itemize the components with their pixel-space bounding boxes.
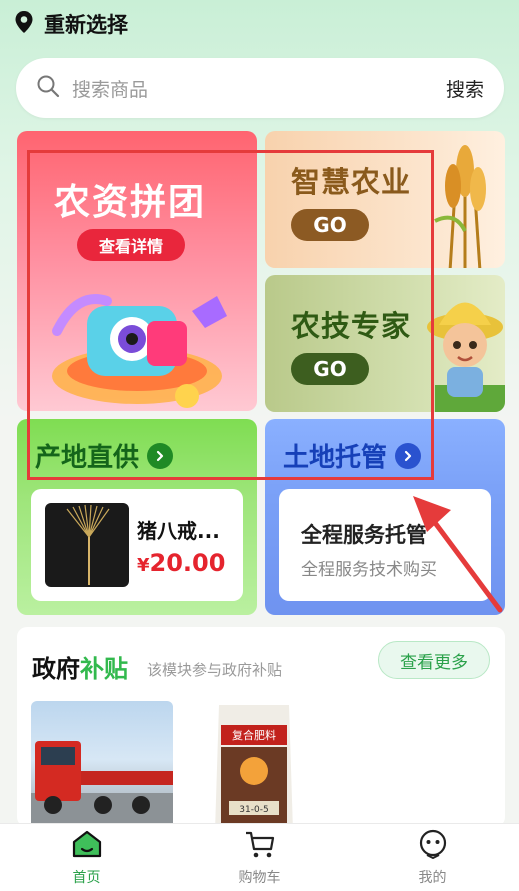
smart-agriculture-banner[interactable]: 智慧农业 GO	[265, 131, 505, 268]
subsidy-title-accent: 补贴	[80, 655, 128, 683]
tab-cart[interactable]: 购物车	[173, 824, 346, 891]
tab-home-label: 首页	[72, 869, 101, 886]
location-pin-icon	[14, 10, 34, 38]
subsidy-title-main: 政府	[32, 655, 80, 683]
smart-agriculture-title: 智慧农业	[291, 165, 412, 199]
bottom-tab-bar: 首页 购物车 我的	[0, 823, 519, 891]
truck-product-image[interactable]	[31, 701, 173, 827]
bag-label: 复合肥料	[232, 728, 276, 742]
tab-profile[interactable]: 我的	[346, 824, 519, 891]
subsidy-section: 政府补贴 该模块参与政府补贴 查看更多 复合肥料 31-0-5	[17, 627, 505, 827]
origin-supply-title: 产地直供	[35, 443, 140, 473]
annotation-arrow-icon	[413, 496, 503, 613]
price-value: 20.00	[149, 549, 226, 577]
product-card[interactable]: 猪八戒... ¥20.00	[31, 489, 243, 601]
chevron-right-icon[interactable]	[147, 442, 174, 469]
subsidy-description: 该模块参与政府补贴	[147, 661, 283, 679]
wheat-icon	[434, 145, 486, 268]
subsidy-title: 政府补贴	[32, 649, 128, 684]
search-input[interactable]: 搜索商品	[72, 75, 446, 102]
bag-code: 31-0-5	[239, 805, 268, 815]
profile-icon	[417, 829, 449, 863]
agri-expert-title: 农技专家	[291, 309, 412, 343]
origin-supply-header[interactable]: 产地直供	[35, 437, 174, 474]
chevron-right-icon[interactable]	[395, 442, 422, 469]
price-currency: ¥	[137, 555, 150, 576]
camera-illustration	[52, 294, 227, 408]
product-price: ¥20.00	[137, 549, 225, 577]
search-bar[interactable]: 搜索商品 搜索	[16, 58, 504, 118]
view-more-button[interactable]: 查看更多	[378, 641, 490, 679]
land-trust-title: 土地托管	[283, 443, 388, 473]
location-label: 重新选择	[44, 13, 128, 37]
origin-supply-card[interactable]: 产地直供 猪八戒... ¥20.00	[17, 419, 257, 615]
product-image	[45, 503, 129, 587]
farmer-avatar-icon	[427, 302, 505, 412]
home-icon	[71, 829, 103, 863]
tab-profile-label: 我的	[418, 869, 447, 886]
fertilizer-product-image[interactable]: 复合肥料 31-0-5	[213, 701, 295, 827]
agri-expert-banner[interactable]: 农技专家 GO	[265, 275, 505, 412]
group-buy-banner[interactable]: 农资拼团 查看详情	[17, 131, 257, 411]
search-icon	[36, 74, 60, 102]
location-selector[interactable]: 重新选择	[14, 8, 128, 40]
smart-agriculture-go-button[interactable]: GO	[291, 209, 369, 241]
tab-home[interactable]: 首页	[0, 824, 173, 891]
search-button[interactable]: 搜索	[446, 75, 484, 102]
cart-icon	[244, 829, 276, 863]
land-trust-header[interactable]: 土地托管	[283, 437, 422, 474]
agri-expert-go-button[interactable]: GO	[291, 353, 369, 385]
product-name: 猪八戒...	[137, 519, 220, 543]
tab-cart-label: 购物车	[238, 869, 281, 886]
